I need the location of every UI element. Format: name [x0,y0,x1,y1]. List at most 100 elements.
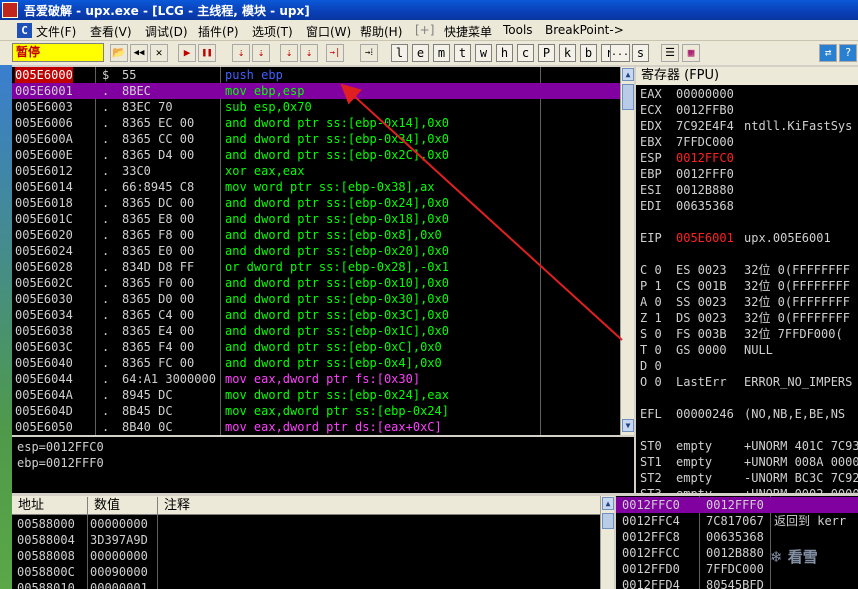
dump-row[interactable]: 0058800C 00090000 [12,564,614,580]
app-logo-icon[interactable] [2,2,18,18]
disasm-row[interactable]: 005E604D. 8B45 DC mov eax,dword ptr ss:[eb… [12,403,620,419]
dump-row[interactable]: 00588010 00000001 [12,580,614,589]
disasm-row[interactable]: 005E6030. 8365 D0 00 and dword ptr ss:[ebp… [12,291,620,307]
disassembly-pane[interactable]: 005E6000 $55 push ebp 005E6001. 8BEC mov ebp,… [12,67,620,435]
menu-tools[interactable]: Tools [503,23,533,37]
disasm-instruction: and dword ptr ss:[ebp-0x4],0x0 [225,356,442,370]
disasm-row[interactable]: 005E6006. 8365 EC 00 and dword ptr ss:[ebp… [12,115,620,131]
trace-into-icon[interactable]: ⇣ [280,44,298,62]
menu-shortcuts[interactable]: 快捷菜单 [444,23,492,40]
options-grid-icon[interactable]: ▦ [682,44,700,62]
menu-debug[interactable]: 调试(D) [145,23,188,40]
disasm-row[interactable]: 005E6020. 8365 F8 00 and dword ptr ss:[ebp… [12,227,620,243]
menu-plugins[interactable]: 插件(P) [198,23,239,40]
breakpoints-window-button[interactable]: b [580,44,597,62]
scroll-thumb[interactable] [622,84,634,110]
execute-till-return-icon[interactable]: →| [326,44,344,62]
windows-window-button[interactable]: w [475,44,492,62]
disasm-row[interactable]: 005E600A. 8365 CC 00 and dword ptr ss:[ebp… [12,131,620,147]
registers-pane[interactable]: EAX 00000000 ECX 0012FFB0 EDX 7C92E4F4 ntdll.K… [636,85,858,493]
disasm-row[interactable]: 005E6000 $55 push ebp [12,67,620,83]
dump-scrollbar[interactable]: ▲ [600,496,614,589]
stack-row[interactable]: 0012FFD0 7FFDC000 [616,561,858,577]
disasm-row[interactable]: 005E6003. 83EC 70 sub esp,0x70 [12,99,620,115]
disasm-row[interactable]: 005E6001. 8BEC mov ebp,esp [12,83,620,99]
trace-over-icon[interactable]: ⇣ [300,44,318,62]
run-trace-button[interactable]: ... [610,44,630,62]
register-detail: upx.005E6001 [744,231,831,245]
dump-value: 00000001 [90,581,148,589]
disasm-row[interactable]: 005E6034. 8365 C4 00 and dword ptr ss:[ebp… [12,307,620,323]
run-icon[interactable]: ▶ [178,44,196,62]
dump-row[interactable]: 00588008 00000000 [12,548,614,564]
threads-window-button[interactable]: t [454,44,471,62]
menu-window[interactable]: 窗口(W) [306,23,351,40]
modules-window-button[interactable]: e [412,44,429,62]
stack-pane[interactable]: 0012FFC0 0012FFF0 0012FFC4 7C817067 返回到 kerr… [616,496,858,589]
scroll-up-icon[interactable]: ▲ [622,68,634,81]
goto-icon[interactable]: →⁞ [360,44,378,62]
stack-row[interactable]: 0012FFCC 0012B880 [616,545,858,561]
dump-header: 地址 数值 注释 [12,496,614,515]
log-window-button[interactable]: l [391,44,408,62]
disasm-instruction: and dword ptr ss:[ebp-0x34],0x0 [225,132,449,146]
disasm-row[interactable]: 005E6044. 64:A1 3000000 mov eax,dword ptr … [12,371,620,387]
source-window-button[interactable]: s [632,44,649,62]
disasm-row[interactable]: 005E6040. 8365 FC 00 and dword ptr ss:[ebp… [12,355,620,371]
list-icon[interactable]: ☰ [661,44,679,62]
dump-row[interactable]: 00588004 3D397A9D [12,532,614,548]
disasm-bytes: 8365 E8 00 [122,212,195,226]
dump-col-comment[interactable]: 注释 [158,497,598,514]
restart-icon[interactable]: ◀◀ [130,44,148,62]
disasm-row[interactable]: 005E602C. 8365 F0 00 and dword ptr ss:[ebp… [12,275,620,291]
scroll-down-icon[interactable]: ▼ [622,419,634,432]
cpu-window-button[interactable]: c [517,44,534,62]
disasm-row[interactable]: 005E6028. 834D D8 FF or dword ptr ss:[ebp-… [12,259,620,275]
call-stack-button[interactable]: k [559,44,576,62]
disasm-bytes: 8365 E4 00 [122,324,195,338]
menu-view[interactable]: 查看(V) [90,23,132,40]
disasm-row[interactable]: 005E600E. 8365 D4 00 and dword ptr ss:[ebp… [12,147,620,163]
menu-breakpoint[interactable]: BreakPoint-> [545,23,624,37]
disasm-row[interactable]: 005E6024. 8365 E0 00 and dword ptr ss:[ebp… [12,243,620,259]
disasm-instruction: and dword ptr ss:[ebp-0x2C],0x0 [225,148,449,162]
dump-row[interactable]: 00588000 00000000 [12,516,614,532]
stack-address: 0012FFCC [622,546,680,560]
disasm-row[interactable]: 005E6012. 33C0 xor eax,eax [12,163,620,179]
disasm-row[interactable]: 005E604A. 8945 DC mov dword ptr ss:[ebp-0x… [12,387,620,403]
cpu-window-icon[interactable]: C [17,23,32,38]
disasm-row[interactable]: 005E6050. 8B40 0C mov eax,dword ptr ds:[ea… [12,419,620,435]
registers-header[interactable]: 寄存器 (FPU) [636,67,858,85]
disasm-row[interactable]: 005E6014. 66:8945 C8 mov word ptr ss:[ebp-… [12,179,620,195]
patches-window-button[interactable]: P [538,44,555,62]
disasm-row[interactable]: 005E601C. 8365 E8 00 and dword ptr ss:[ebp… [12,211,620,227]
disassembly-scrollbar[interactable]: ▲ ▼ [620,67,634,435]
menu-file[interactable]: 文件(F) [36,23,76,40]
disasm-row[interactable]: 005E6018. 8365 DC 00 and dword ptr ss:[ebp… [12,195,620,211]
open-file-icon[interactable]: 📂 [110,44,128,62]
memory-window-button[interactable]: m [433,44,450,62]
help-icon[interactable]: ? [839,44,857,62]
dump-pane[interactable]: 00588000 00000000 00588004 3D397A9D 00588008… [12,515,614,589]
step-over-icon[interactable]: ⇣ [252,44,270,62]
stack-row[interactable]: 0012FFC8 00635368 [616,529,858,545]
stack-row[interactable]: 0012FFC0 0012FFF0 [616,497,858,513]
menu-options[interactable]: 选项(T) [252,23,293,40]
disasm-address: 005E602C [15,276,73,290]
restore-icon[interactable]: ⇄ [819,44,837,62]
menu-expand[interactable]: [+] [415,23,434,37]
pause-icon[interactable]: ❚❚ [198,44,216,62]
dump-col-address[interactable]: 地址 [12,497,88,514]
register-detail: 32位 0(FFFFFFFF [744,279,850,293]
step-into-icon[interactable]: ⇣ [232,44,250,62]
scroll-thumb[interactable] [602,513,614,529]
stack-row[interactable]: 0012FFC4 7C817067 返回到 kerr [616,513,858,529]
disasm-row[interactable]: 005E603C. 8365 F4 00 and dword ptr ss:[ebp… [12,339,620,355]
handles-window-button[interactable]: h [496,44,513,62]
dump-col-value[interactable]: 数值 [88,497,158,514]
stack-row[interactable]: 0012FFD4 80545BFD [616,577,858,589]
scroll-up-icon[interactable]: ▲ [602,497,614,510]
menu-help[interactable]: 帮助(H) [360,23,402,40]
close-process-icon[interactable]: ✕ [150,44,168,62]
disasm-row[interactable]: 005E6038. 8365 E4 00 and dword ptr ss:[ebp… [12,323,620,339]
